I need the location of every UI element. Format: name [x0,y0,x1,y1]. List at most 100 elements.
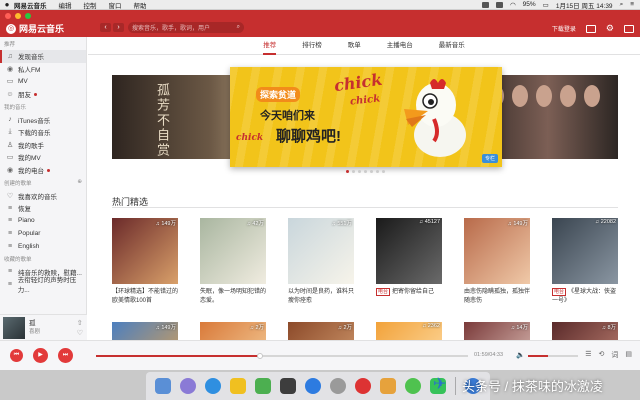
playlist-cover[interactable]: ♫ 14万 [464,322,530,340]
sidebar-item[interactable]: ♡ 我喜欢的音乐 [0,189,86,202]
playlist-caption[interactable]: 以为时间是良药，谁料只瘦你痊愈 [288,288,354,305]
search-input[interactable]: 搜索音乐，歌手，歌词，用户 ⌕ [128,22,244,33]
add-playlist-icon[interactable]: ⊕ [77,179,82,187]
menu-help[interactable]: 帮助 [134,0,147,10]
playlist-card[interactable]: ♫ 42万失眠，像一场明知犯错的恋爱。 [200,218,266,305]
sidebar-item[interactable]: ◉ 私人FM [0,63,86,76]
playlist-card[interactable]: ♫ 551万 以为时间是良药，谁料只瘦你痊愈 [288,218,354,305]
sidebar-item[interactable]: ≡ 去衔轻灯的声势时压力... [0,277,86,294]
mini-mode-icon[interactable] [624,24,634,33]
app-store-icon[interactable] [304,378,321,394]
search-icon[interactable]: ⌕ [237,24,240,31]
queue-icon[interactable]: ▤ [625,350,632,360]
evernote-icon[interactable] [254,378,271,394]
banner-main-slide[interactable]: 探索贫道 chick chick 今天咱们来 chick 聊聊鸡吧! 专栏 [230,67,502,167]
repeat-icon[interactable]: ⟲ [599,350,605,360]
playlist-caption[interactable]: 【环球精选】不能错过的欧美情歌100首 [112,288,178,305]
search-icon[interactable]: ⌕ [620,1,624,9]
finder-icon[interactable] [154,378,171,394]
playlist-cover[interactable]: ♫ 2万 [288,322,354,340]
tab-item[interactable]: 主播电台 [387,37,413,55]
share-icon[interactable]: ⇧ [77,319,83,327]
battery-icon[interactable]: ▭ [543,1,549,9]
lyrics-icon[interactable]: 词 [611,350,618,360]
progress-slider[interactable] [96,353,468,359]
sidebar-item[interactable]: ♪ iTunes音乐 [0,113,86,126]
forward-icon[interactable]: › [113,23,124,32]
sidebar-item[interactable]: ≡ Popular [0,227,86,240]
wifi-icon[interactable]: ◠ [510,1,516,9]
playlist-cover[interactable]: ♫ 2万 [200,322,266,340]
volume-slider[interactable] [528,355,578,357]
playlist-icon[interactable]: ☰ [585,350,591,360]
safari-icon[interactable] [204,378,221,394]
tab-item[interactable]: 排行榜 [302,37,322,55]
playlist-card[interactable]: ♫ 2362 [376,322,442,340]
playlist-cover[interactable]: ♫ 2362 [376,322,442,340]
clock-text[interactable]: 1月15日 周五 14:39 [556,0,613,10]
playlist-cover[interactable]: ♫ 42万 [200,218,266,284]
status-icon[interactable] [481,1,489,8]
playlist-caption[interactable]: 电台 把寄你留给自己 [376,288,442,297]
playlist-card[interactable]: ♫ 149万 由悲伤隐瞒孤独，孤独伴随悲伤 [464,218,530,305]
next-icon[interactable]: ⏭ [58,348,73,363]
playlist-card[interactable]: ♫ 149万 [112,322,178,340]
sidebar-item[interactable]: ≡ English [0,240,86,253]
battery-text[interactable]: 95% [523,1,536,8]
play-icon[interactable]: ▶ [33,348,48,363]
carousel-dot[interactable] [370,170,373,173]
sidebar-item[interactable]: ☺ 朋友 [0,88,86,101]
playlist-card[interactable]: ♫ 8万 [552,322,618,340]
previous-icon[interactable]: ⏮ [10,349,23,362]
album-art[interactable] [3,316,25,339]
activity-monitor-icon[interactable] [380,378,397,394]
sidebar-item[interactable]: ≡ 恢复 [0,202,86,215]
menu-control[interactable]: 控制 [84,0,97,10]
sidebar-item[interactable]: ⤓ 下载的音乐 [0,126,86,139]
tab-item[interactable]: 推荐 [263,37,277,55]
playlist-caption[interactable]: 电台 《星球大战：侠盗一号》 [552,288,618,305]
playlist-card[interactable]: ♫ 22082 电台 《星球大战：侠盗一号》 [552,218,618,305]
siri-icon[interactable] [179,378,196,394]
carousel-dot[interactable] [376,170,379,173]
sidebar-item[interactable]: ≡ Piano [0,215,86,228]
close-window-icon[interactable] [5,13,11,19]
playlist-card[interactable]: ♫ 2万 [288,322,354,340]
qq-icon[interactable] [229,378,246,394]
mail-icon[interactable] [585,24,596,33]
like-icon[interactable]: ♡ [77,329,83,337]
terminal-icon[interactable] [279,378,296,394]
playlist-caption[interactable]: 失眠，像一场明知犯错的恋爱。 [200,288,266,305]
menu-list-icon[interactable]: ≡ [630,1,634,8]
now-playing-mini[interactable]: 孤 喜剧 ⇧ ♡ [0,314,87,340]
tab-item[interactable]: 最新音乐 [439,37,465,55]
playlist-card[interactable]: ♫ 149万【环球精选】不能错过的欧美情歌100首 [112,218,178,305]
minimize-window-icon[interactable] [15,13,21,19]
tab-item[interactable]: 歌单 [348,37,361,55]
playlist-card[interactable]: ♫ 45127 电台 把寄你留给自己 [376,218,442,297]
wechat-icon[interactable] [405,378,422,394]
netease-music-icon[interactable] [355,378,372,394]
carousel-dot[interactable] [382,170,385,173]
volume-icon[interactable]: 🔈 [516,351,525,359]
status-icon[interactable] [495,1,503,8]
sidebar-item[interactable]: ▭ MV [0,75,86,88]
carousel-dot[interactable] [358,170,361,173]
app-logo[interactable]: ◎ 网易云音乐 [6,22,64,35]
gear-icon[interactable]: ⚙ [606,23,614,34]
login-button[interactable]: 下载登录 [552,24,576,33]
back-icon[interactable]: ‹ [100,23,111,32]
sidebar-item[interactable]: ♙ 我的歌手 [0,139,86,152]
system-preferences-icon[interactable] [329,378,346,394]
playlist-cover[interactable]: ♫ 149万 [112,322,178,340]
playlist-card[interactable]: ♫ 2万 [200,322,266,340]
menu-edit[interactable]: 编辑 [59,0,72,10]
menu-app[interactable]: 网易云音乐 [14,0,47,10]
sidebar-item[interactable]: ♫ 发现音乐 [0,50,86,63]
carousel-dot[interactable] [346,170,349,173]
playlist-cover[interactable]: ♫ 149万 [112,218,178,284]
menu-window[interactable]: 窗口 [109,0,122,10]
playlist-caption[interactable]: 由悲伤隐瞒孤独，孤独伴随悲伤 [464,288,530,305]
playlist-card[interactable]: ♫ 14万 [464,322,530,340]
sidebar-item[interactable]: ◉ 我的电台 [0,164,86,177]
